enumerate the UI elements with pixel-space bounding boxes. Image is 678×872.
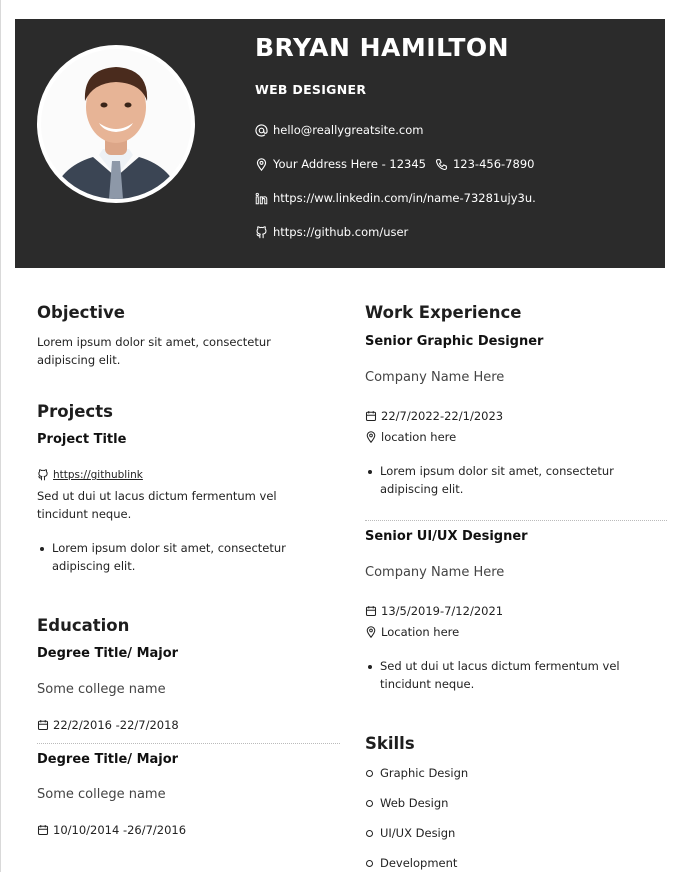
linkedin-icon — [255, 192, 268, 205]
project-link-row: https://githublink — [37, 469, 143, 481]
calendar-icon — [365, 605, 377, 617]
location-pin-icon — [365, 431, 377, 443]
company-name: Company Name Here — [365, 565, 505, 580]
resume-header: BRYAN HAMILTON WEB DESIGNER hello@really… — [15, 19, 665, 268]
job-location: location here — [365, 430, 456, 444]
date-range: 10/10/2014 -26/7/2016 — [53, 823, 187, 837]
degree-title: Degree Title/ Major — [37, 646, 179, 661]
at-icon — [255, 123, 268, 137]
page-left-border — [0, 0, 1, 872]
profile-photo — [37, 45, 195, 203]
degree-title: Degree Title/ Major — [37, 752, 179, 767]
skill-item: Graphic Design — [365, 766, 469, 780]
education-dates: 10/10/2014 -26/7/2016 — [37, 823, 186, 837]
github-icon — [255, 225, 268, 239]
project-description: Sed ut dui ut lacus dictum fermentum vel… — [37, 489, 277, 521]
project-title: Project Title — [37, 432, 127, 447]
job-dates: 22/7/2022-22/1/2023 — [365, 409, 503, 423]
linkedin-text[interactable]: https://ww.linkedin.com/in/name-73281ujy… — [273, 191, 536, 205]
job-dates: 13/5/2019-7/12/2021 — [365, 604, 503, 618]
date-range: 22/7/2022-22/1/2023 — [381, 409, 504, 423]
skill-item: Web Design — [365, 796, 449, 810]
job-role: Senior Graphic Designer — [365, 334, 544, 349]
college-name: Some college name — [37, 787, 166, 802]
contact-email: hello@reallygreatsite.com — [255, 123, 423, 137]
objective-text: Lorem ipsum dolor sit amet, consectetur … — [37, 335, 271, 367]
contact-github: https://github.com/user — [255, 225, 408, 239]
email-text[interactable]: hello@reallygreatsite.com — [273, 123, 423, 137]
job-location: Location here — [365, 625, 459, 639]
contact-address-phone: Your Address Here - 12345 123-456-7890 — [255, 157, 534, 171]
location-text: Location here — [381, 625, 460, 639]
profile-photo-illustration — [41, 49, 191, 199]
contact-linkedin: https://ww.linkedin.com/in/name-73281ujy… — [255, 191, 536, 205]
date-range: 13/5/2019-7/12/2021 — [381, 604, 504, 618]
candidate-name: BRYAN HAMILTON — [255, 33, 510, 62]
education-divider — [37, 743, 340, 744]
phone-icon — [435, 158, 448, 171]
calendar-icon — [37, 719, 49, 731]
job-bullet: Lorem ipsum dolor sit amet, consectetur … — [368, 463, 655, 498]
company-name: Company Name Here — [365, 370, 505, 385]
job-bullet: Sed ut dui ut lacus dictum fermentum vel… — [368, 658, 655, 693]
education-dates: 22/2/2016 -22/7/2018 — [37, 718, 179, 732]
project-link[interactable]: https://githublink — [53, 469, 143, 481]
skills-heading: Skills — [365, 734, 415, 753]
calendar-icon — [37, 824, 49, 836]
skill-item: Development — [365, 856, 458, 870]
work-experience-heading: Work Experience — [365, 303, 522, 322]
job-title: WEB DESIGNER — [255, 82, 367, 97]
github-icon — [37, 469, 49, 481]
objective-heading: Objective — [37, 303, 125, 322]
work-divider — [365, 520, 667, 521]
projects-heading: Projects — [37, 402, 113, 421]
education-heading: Education — [37, 616, 130, 635]
github-text[interactable]: https://github.com/user — [273, 225, 408, 239]
address-text: Your Address Here - 12345 — [273, 157, 426, 171]
location-text: location here — [381, 430, 457, 444]
college-name: Some college name — [37, 682, 166, 697]
location-pin-icon — [365, 626, 377, 638]
date-range: 22/2/2016 -22/7/2018 — [53, 718, 179, 732]
phone-text[interactable]: 123-456-7890 — [453, 157, 534, 171]
calendar-icon — [365, 410, 377, 422]
project-bullet: Lorem ipsum dolor sit amet, consectetur … — [40, 540, 327, 575]
location-pin-icon — [255, 157, 268, 171]
skill-item: UI/UX Design — [365, 826, 456, 840]
job-role: Senior UI/UX Designer — [365, 529, 528, 544]
